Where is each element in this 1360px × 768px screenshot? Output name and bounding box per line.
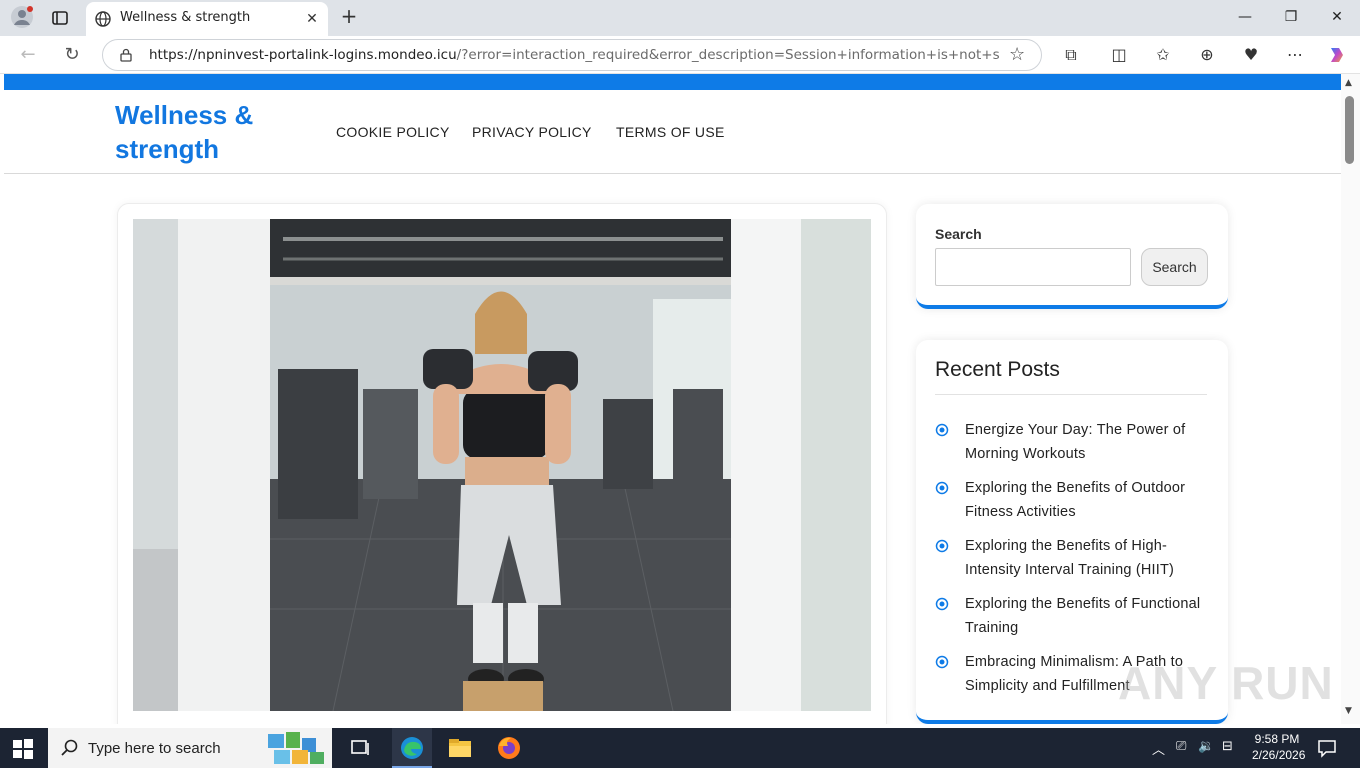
notification-icon[interactable]: [1315, 736, 1339, 760]
close-tab-icon[interactable]: ✕: [302, 9, 322, 29]
search-input[interactable]: [935, 248, 1131, 286]
top-accent-bar: [4, 74, 1341, 90]
site-header: Wellness & strength COOKIE POLICY PRIVAC…: [4, 90, 1341, 174]
featured-image-gym[interactable]: [133, 219, 871, 711]
url-text: https://npninvest-portalink-logins.monde…: [149, 47, 999, 63]
tab-wellness[interactable]: Wellness & strength ✕: [86, 2, 328, 36]
taskbar-search-placeholder: Type here to search: [88, 740, 221, 757]
back-icon[interactable]: ←: [16, 44, 40, 66]
refresh-icon[interactable]: ↻: [60, 44, 84, 66]
clock-date: 2/26/2026: [1252, 748, 1306, 762]
scroll-thumb[interactable]: [1345, 96, 1354, 164]
taskbar-clock[interactable]: 9:58 PM 2/26/2026: [1252, 731, 1306, 763]
scroll-down-icon[interactable]: ▼: [1345, 706, 1352, 716]
bullet-icon: [935, 597, 949, 611]
bullet-icon: [935, 655, 949, 669]
search-button[interactable]: Search: [1141, 248, 1208, 286]
browser-essentials-icon[interactable]: ♥: [1240, 44, 1262, 66]
recent-post-link[interactable]: Exploring the Benefits of Functional Tra…: [965, 592, 1209, 640]
recent-posts-heading: Recent Posts: [935, 358, 1060, 381]
favorite-star-icon[interactable]: ☆: [1009, 44, 1025, 65]
anyrun-watermark: ANY RUN: [1118, 657, 1334, 709]
search-icon: [61, 739, 78, 756]
minimize-icon[interactable]: —: [1233, 6, 1257, 28]
meeting-icon[interactable]: ⎚: [1176, 739, 1186, 754]
url-path: /?error=interaction_required&error_descr…: [456, 47, 999, 63]
search-highlight-puzzle-icon: [268, 732, 324, 764]
search-label: Search: [935, 226, 982, 242]
clock-time: 9:58 PM: [1254, 732, 1300, 746]
tab-actions-icon[interactable]: [50, 8, 70, 28]
volume-icon[interactable]: 🔉: [1198, 739, 1214, 754]
search-widget: Search Search: [916, 204, 1228, 309]
copilot-icon[interactable]: [1326, 44, 1348, 66]
address-toolbar: ← ↻ https://npninvest-portalink-logins.m…: [0, 36, 1360, 74]
edge-browser-icon[interactable]: [398, 734, 426, 762]
menu-privacy-policy[interactable]: PRIVACY POLICY: [472, 124, 592, 140]
bullet-icon: [935, 539, 949, 553]
menu-cookie-policy[interactable]: COOKIE POLICY: [336, 124, 450, 140]
tab-title: Wellness & strength: [120, 10, 251, 25]
web-page: Wellness & strength COOKIE POLICY PRIVAC…: [4, 74, 1341, 724]
browser-tab-bar: Wellness & strength ✕ + — ❐ ✕: [0, 0, 1360, 36]
profile-icon[interactable]: [10, 5, 34, 29]
restore-icon[interactable]: ❐: [1279, 6, 1303, 28]
site-info-icon[interactable]: [119, 48, 133, 62]
new-tab-icon[interactable]: +: [338, 6, 360, 28]
taskbar-search-box[interactable]: Type here to search: [48, 728, 332, 768]
url-domain: https://npninvest-portalink-logins.monde…: [149, 47, 457, 63]
bullet-icon: [935, 481, 949, 495]
heading-divider: [935, 394, 1207, 395]
more-menu-icon[interactable]: ⋯: [1284, 44, 1306, 66]
windows-taskbar: Type here to search ︿ ⎚ 🔉 ⊟ 9:58 PM 2/26…: [0, 728, 1360, 768]
recent-post-link[interactable]: Energize Your Day: The Power of Morning …: [965, 418, 1209, 466]
close-window-icon[interactable]: ✕: [1325, 6, 1349, 28]
file-explorer-icon[interactable]: [446, 734, 474, 762]
globe-icon: [95, 11, 111, 27]
page-scrollbar[interactable]: ▲ ▼: [1341, 74, 1360, 724]
recent-post-link[interactable]: Exploring the Benefits of High-Intensity…: [965, 534, 1209, 582]
windows-start-icon[interactable]: [12, 738, 34, 760]
task-view-icon[interactable]: [346, 734, 374, 762]
recent-post-link[interactable]: Exploring the Benefits of Outdoor Fitnes…: [965, 476, 1209, 524]
site-brand-link[interactable]: Wellness & strength: [115, 98, 285, 166]
address-bar[interactable]: https://npninvest-portalink-logins.monde…: [102, 39, 1042, 71]
firefox-icon[interactable]: [495, 734, 523, 762]
tray-overflow-icon[interactable]: ︿: [1152, 739, 1165, 758]
scroll-up-icon[interactable]: ▲: [1345, 78, 1352, 88]
collections-icon[interactable]: ⊕: [1196, 44, 1218, 66]
menu-terms-of-use[interactable]: TERMS OF USE: [616, 124, 725, 140]
network-icon[interactable]: ⊟: [1222, 739, 1233, 754]
favorites-icon[interactable]: ✩: [1152, 44, 1174, 66]
split-screen-icon[interactable]: ◫: [1108, 44, 1130, 66]
bullet-icon: [935, 423, 949, 437]
extensions-icon[interactable]: ⧉: [1060, 44, 1082, 66]
